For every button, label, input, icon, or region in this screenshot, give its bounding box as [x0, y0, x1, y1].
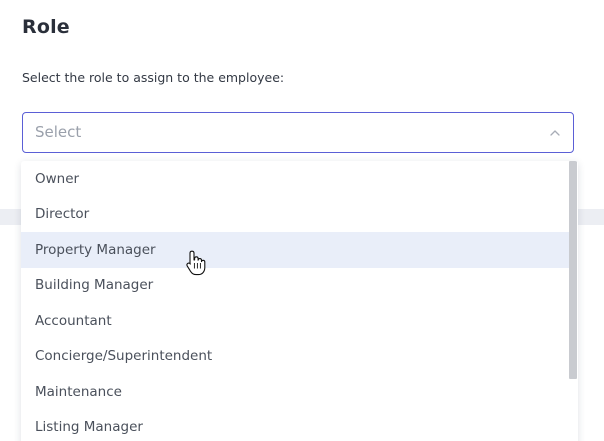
option-maintenance[interactable]: Maintenance	[21, 374, 569, 410]
chevron-up-icon	[550, 130, 560, 136]
option-director[interactable]: Director	[21, 197, 569, 233]
option-building-manager[interactable]: Building Manager	[21, 268, 569, 304]
role-select[interactable]: Select	[22, 112, 574, 153]
section-title: Role	[22, 16, 70, 38]
option-concierge-superintendent[interactable]: Concierge/Superintendent	[21, 339, 569, 375]
option-owner[interactable]: Owner	[21, 161, 569, 197]
select-placeholder: Select	[35, 123, 82, 141]
option-accountant[interactable]: Accountant	[21, 303, 569, 339]
dropdown-scrollbar[interactable]	[569, 161, 578, 441]
role-dropdown-menu: Owner Director Property Manager Building…	[21, 161, 578, 441]
scrollbar-thumb[interactable]	[569, 161, 577, 379]
option-property-manager[interactable]: Property Manager	[21, 232, 569, 268]
role-page: Role Select the role to assign to the em…	[0, 0, 604, 441]
option-listing-manager[interactable]: Listing Manager	[21, 410, 569, 441]
role-instruction: Select the role to assign to the employe…	[22, 70, 285, 85]
